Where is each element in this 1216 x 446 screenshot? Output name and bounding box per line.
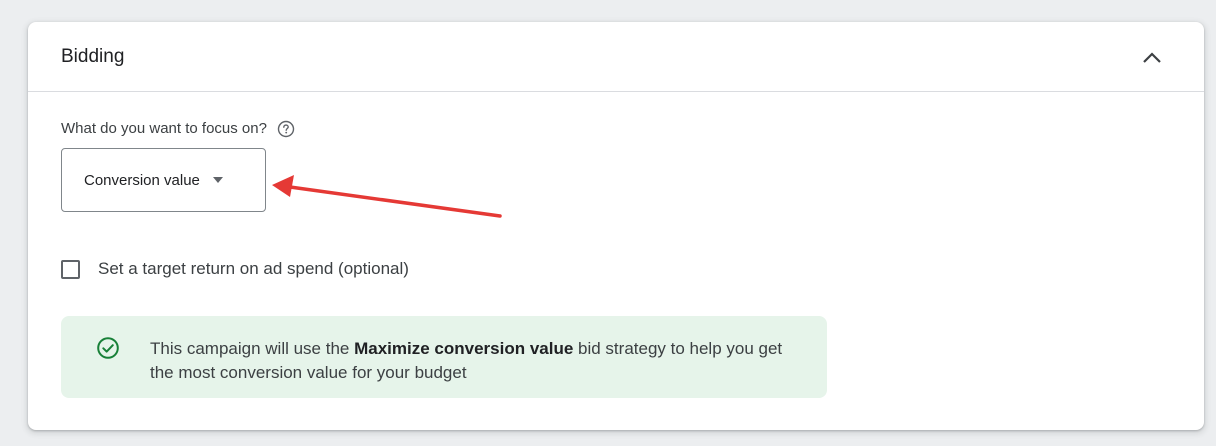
focus-question: What do you want to focus on?	[61, 120, 295, 138]
bidding-card: Bidding What do you want to focus on? Co…	[28, 22, 1204, 430]
annotation-arrow	[272, 175, 502, 218]
check-circle-icon	[97, 337, 119, 359]
info-text-start: This campaign will use the	[150, 339, 355, 358]
help-circle-icon[interactable]	[277, 120, 295, 138]
target-roas-checkbox[interactable]	[61, 259, 80, 279]
bidding-header[interactable]: Bidding	[28, 22, 1204, 92]
target-roas-option[interactable]: Set a target return on ad spend (optiona…	[61, 259, 409, 279]
focus-dropdown[interactable]: Conversion value	[61, 148, 266, 212]
caret-down-icon	[212, 177, 223, 183]
bid-strategy-info: This campaign will use the Maximize conv…	[61, 316, 827, 398]
chevron-up-icon	[1143, 52, 1161, 63]
bid-strategy-message: This campaign will use the Maximize conv…	[150, 337, 810, 385]
section-title: Bidding	[61, 46, 125, 67]
collapse-button[interactable]	[1132, 40, 1172, 76]
focus-dropdown-value: Conversion value	[84, 171, 200, 189]
bid-strategy-name: Maximize conversion value	[354, 339, 574, 358]
focus-question-label: What do you want to focus on?	[61, 120, 267, 137]
target-roas-label: Set a target return on ad spend (optiona…	[98, 259, 409, 278]
